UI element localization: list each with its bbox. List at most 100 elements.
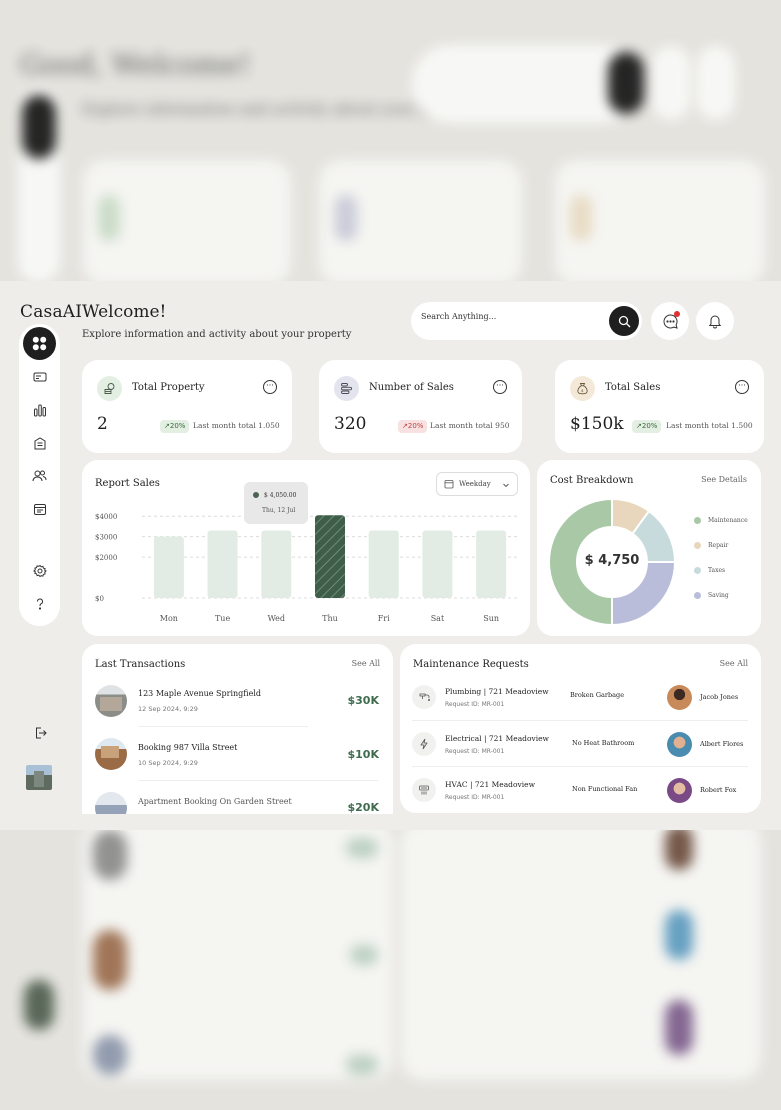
grid-icon xyxy=(32,336,47,351)
bg-thumb-3 xyxy=(93,1035,127,1075)
bg-bell-btn xyxy=(697,46,735,120)
x-tick-label: Sat xyxy=(431,614,445,623)
x-tick-label: Thu xyxy=(322,614,338,623)
search-bar xyxy=(411,302,642,340)
see-all-maintenance-link[interactable]: See All xyxy=(720,659,748,668)
bg-amt-1 xyxy=(346,838,378,858)
transaction-thumbnail xyxy=(95,738,127,770)
transaction-name: Apartment Booking On Garden Street xyxy=(138,797,292,806)
notifications-button[interactable] xyxy=(696,302,734,340)
svg-text:$: $ xyxy=(581,388,584,393)
property-thumbnail[interactable] xyxy=(26,765,52,790)
more-options-button[interactable]: ··· xyxy=(493,380,507,394)
bg-amt-3 xyxy=(346,1055,378,1075)
bg-card-1-icon xyxy=(98,195,120,241)
stat-icon-wrap xyxy=(97,376,122,401)
sidebar-item-buildings[interactable] xyxy=(23,426,56,459)
maintenance-title: Maintenance Requests xyxy=(413,659,529,670)
logout-button[interactable] xyxy=(23,716,56,749)
sidebar-item-users[interactable] xyxy=(23,459,56,492)
stat-value: 320 xyxy=(334,414,367,434)
maintenance-card: Maintenance Requests See All Plumbing | … xyxy=(400,644,761,813)
y-tick-label: $0 xyxy=(95,595,104,603)
stat-note: Last month total 1.500 xyxy=(666,421,753,430)
bg-amt-2 xyxy=(350,945,378,965)
legend-label: Saving xyxy=(708,592,729,599)
bar-fri[interactable] xyxy=(368,530,399,598)
search-button[interactable] xyxy=(609,306,639,336)
sidebar-item-calendar[interactable] xyxy=(23,492,56,525)
stat-change-badge: ↗20% xyxy=(160,420,190,433)
maintenance-icon-wrap xyxy=(412,685,436,709)
stat-note: Last month total 1.050 xyxy=(193,421,280,430)
sidebar-item-analytics[interactable] xyxy=(23,393,56,426)
legend-swatch xyxy=(694,567,701,574)
divider xyxy=(138,726,308,727)
maintenance-title-text: Electrical | 721 Meadoview xyxy=(445,734,549,743)
card-icon xyxy=(33,372,46,381)
bolt-icon xyxy=(420,738,428,750)
stat-change-badge: ↗20% xyxy=(632,420,662,433)
cost-breakdown-card: Cost Breakdown See Details $ 4,750 Maint… xyxy=(537,460,761,636)
stat-value: $150k xyxy=(570,414,624,434)
legend-swatch xyxy=(694,592,701,599)
y-tick-label: $2000 xyxy=(95,554,117,562)
see-all-transactions-link[interactable]: See All xyxy=(352,659,380,668)
sidebar-item-cards[interactable] xyxy=(23,360,56,393)
bar-sat[interactable] xyxy=(422,530,453,598)
stat-value: 2 xyxy=(97,414,108,434)
bg-card-3-icon xyxy=(570,195,592,241)
more-options-button[interactable]: ··· xyxy=(735,380,749,394)
stat-card-total-property: Total Property ··· 2 ↗20% Last month tot… xyxy=(82,360,292,453)
bar-tue[interactable] xyxy=(207,530,238,598)
gear-icon xyxy=(32,564,47,577)
sidebar-item-dashboard[interactable] xyxy=(23,327,56,360)
transaction-name: Booking 987 Villa Street xyxy=(138,743,238,752)
x-tick-label: Tue xyxy=(215,614,230,623)
coins-icon xyxy=(104,383,115,394)
x-tick-label: Wed xyxy=(268,614,285,623)
bar-sun[interactable] xyxy=(476,530,507,598)
notification-dot xyxy=(674,311,680,317)
help-icon xyxy=(36,598,43,610)
transaction-name: 123 Maple Avenue Springfield xyxy=(138,689,262,698)
building-icon xyxy=(34,436,45,449)
divider xyxy=(138,780,378,781)
see-details-link[interactable]: See Details xyxy=(701,475,747,484)
bg-avatar-2 xyxy=(665,910,693,960)
faucet-icon xyxy=(419,693,430,701)
transaction-amount: $20K xyxy=(347,801,380,814)
transaction-thumbnail xyxy=(95,792,127,814)
maintenance-icon-wrap xyxy=(412,732,436,756)
stat-change-badge: ↗20% xyxy=(398,420,428,433)
bg-transactions xyxy=(83,820,393,1080)
search-input[interactable] xyxy=(421,312,601,321)
list-icon xyxy=(341,383,352,394)
sidebar-item-help[interactable] xyxy=(23,587,56,620)
bg-thumb-1 xyxy=(93,830,127,880)
maintenance-title-text: HVAC | 721 Meadoview xyxy=(445,780,535,789)
stat-change: 20% xyxy=(169,422,186,430)
more-options-button[interactable]: ··· xyxy=(263,380,277,394)
sidebar-item-settings[interactable] xyxy=(23,554,56,587)
bar-thu[interactable] xyxy=(315,515,345,598)
transactions-title: Last Transactions xyxy=(95,659,186,670)
bar-mon[interactable] xyxy=(153,536,184,598)
stat-title: Total Sales xyxy=(605,382,661,393)
transaction-thumbnail xyxy=(95,685,127,717)
logout-icon xyxy=(35,727,47,738)
chat-button[interactable] xyxy=(651,302,689,340)
legend-item: Repair xyxy=(694,542,728,549)
transaction-date: 10 Sep 2024, 9:29 xyxy=(138,759,198,767)
tooltip-dot xyxy=(253,492,259,498)
avatar xyxy=(667,732,692,757)
app-logo: CasaAI xyxy=(20,302,83,322)
x-tick-label: Sun xyxy=(483,614,499,623)
bar-wed[interactable] xyxy=(261,530,292,598)
legend-swatch xyxy=(694,542,701,549)
stat-title: Total Property xyxy=(132,382,205,393)
bg-chat-btn xyxy=(652,46,690,120)
y-tick-label: $3000 xyxy=(95,534,117,542)
maintenance-icon-wrap xyxy=(412,778,436,802)
bg-maintenance xyxy=(401,820,761,1080)
